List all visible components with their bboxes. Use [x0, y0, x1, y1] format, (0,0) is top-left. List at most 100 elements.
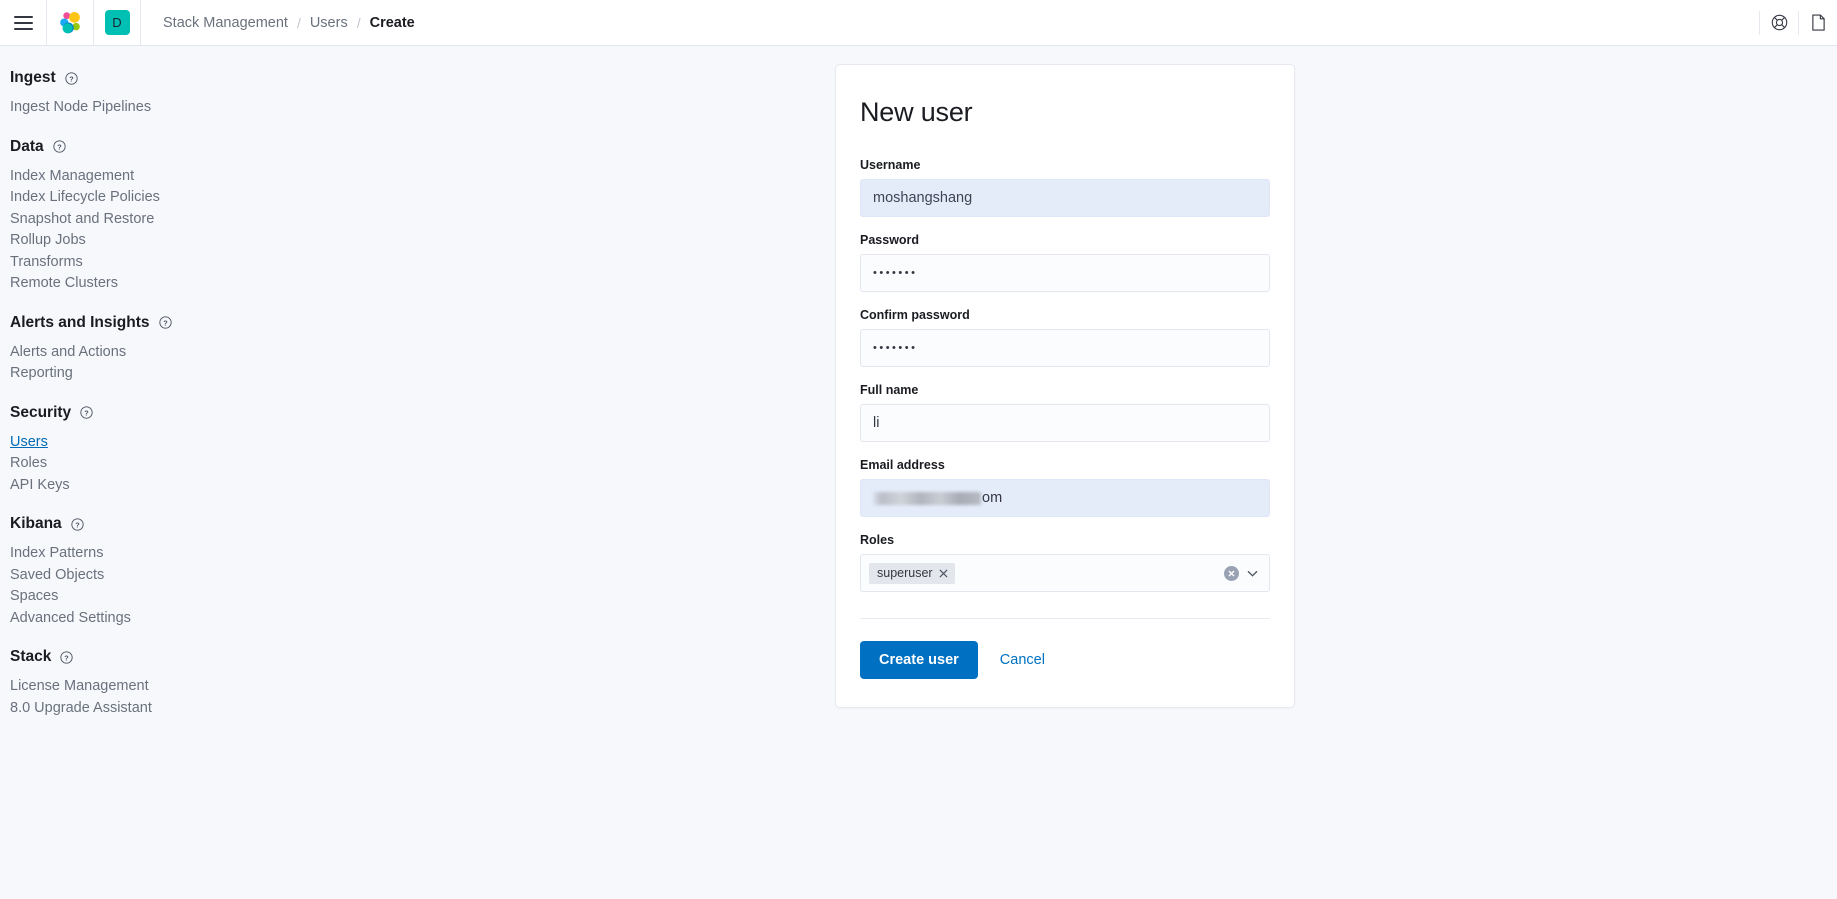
sidebar-item-users[interactable]: Users: [10, 432, 48, 454]
sidebar-item-reporting[interactable]: Reporting: [10, 363, 73, 385]
nav-group-title: Data ?: [10, 137, 330, 157]
email-input[interactable]: om: [860, 479, 1270, 517]
nav-group-label: Kibana: [10, 515, 62, 532]
field-row-password: Password •••••••: [860, 232, 1270, 292]
sidebar-item-api-keys[interactable]: API Keys: [10, 475, 70, 497]
help-circle-icon[interactable]: ?: [71, 517, 84, 531]
space-avatar: D: [104, 10, 130, 35]
hamburger-menu-icon: [13, 15, 33, 30]
sidebar-item-alerts-and-actions[interactable]: Alerts and Actions: [10, 342, 126, 364]
sidebar-item-ingest-node-pipelines[interactable]: Ingest Node Pipelines: [10, 97, 151, 119]
form-divider: [860, 618, 1270, 619]
elastic-home-button[interactable]: [47, 0, 93, 45]
password-input[interactable]: •••••••: [860, 254, 1270, 292]
confirm-password-input[interactable]: •••••••: [860, 329, 1270, 367]
password-label: Password: [860, 233, 920, 247]
sidebar-item-index-management[interactable]: Index Management: [10, 166, 134, 188]
nav-group-security: Security ? Users Roles API Keys: [10, 403, 330, 497]
sidebar-item-license-management[interactable]: License Management: [10, 676, 149, 698]
chevron-down-icon[interactable]: [1246, 567, 1259, 580]
svg-text:?: ?: [65, 653, 70, 662]
role-pill-superuser: superuser: [869, 562, 955, 584]
breadcrumb-separator: /: [296, 14, 301, 31]
nav-group-label: Ingest: [10, 69, 56, 86]
nav-group-title: Kibana ?: [10, 514, 330, 534]
form-actions: Create user Cancel: [860, 641, 1270, 679]
full-name-input[interactable]: li: [860, 404, 1270, 442]
clear-circle-icon[interactable]: [1224, 565, 1239, 581]
nav-group-kibana: Kibana ? Index Patterns Saved Objects Sp…: [10, 514, 330, 629]
sidebar-item-remote-clusters[interactable]: Remote Clusters: [10, 273, 118, 295]
breadcrumb-item-create: Create: [369, 14, 415, 31]
help-circle-icon[interactable]: ?: [158, 316, 172, 329]
new-user-form-panel: New user Username moshangshang Password …: [835, 64, 1295, 708]
svg-text:?: ?: [75, 520, 80, 529]
breadcrumb: Stack Management / Users / Create: [141, 0, 415, 45]
nav-group-label: Data: [10, 137, 44, 155]
help-circle-icon[interactable]: ?: [52, 140, 66, 153]
nav-group-label: Stack: [10, 648, 52, 665]
email-value: om: [873, 490, 1002, 506]
help-circle-icon[interactable]: ?: [80, 406, 93, 419]
roles-label: Roles: [860, 533, 895, 547]
docs-button[interactable]: [1799, 0, 1837, 45]
nav-group-label: Security: [10, 403, 72, 421]
username-input[interactable]: moshangshang: [860, 179, 1270, 217]
username-label: Username: [860, 158, 921, 172]
nav-group-label: Alerts and Insights: [10, 313, 150, 331]
roles-combobox[interactable]: superuser: [860, 554, 1270, 592]
close-x-icon[interactable]: [939, 568, 948, 578]
nav-group-data: Data ? Index Management Index Lifecycle …: [10, 137, 330, 295]
sidebar-item-snapshot-and-restore[interactable]: Snapshot and Restore: [10, 209, 154, 231]
topbar-actions: [1759, 0, 1837, 45]
nav-group-title: Ingest ?: [10, 68, 330, 88]
field-row-username: Username moshangshang: [860, 157, 1270, 217]
svg-text:?: ?: [84, 408, 89, 417]
field-row-confirm-password: Confirm password •••••••: [860, 307, 1270, 367]
help-circle-icon[interactable]: ?: [60, 650, 74, 664]
svg-text:?: ?: [69, 74, 74, 83]
svg-text:?: ?: [57, 142, 62, 151]
email-redaction-mask: [873, 491, 981, 505]
full-name-value: li: [873, 415, 880, 431]
life-ring-help-icon: [1771, 14, 1787, 31]
sidebar-item-index-lifecycle-policies[interactable]: Index Lifecycle Policies: [10, 187, 160, 209]
confirm-password-value: •••••••: [873, 342, 918, 354]
full-name-label: Full name: [860, 383, 919, 397]
role-pill-label: superuser: [877, 565, 933, 580]
cancel-button[interactable]: Cancel: [1000, 652, 1045, 668]
email-label: Email address: [860, 458, 945, 472]
field-row-email: Email address om: [860, 457, 1270, 517]
sidebar-item-spaces[interactable]: Spaces: [10, 586, 58, 608]
svg-text:?: ?: [163, 318, 168, 327]
sidebar-item-saved-objects[interactable]: Saved Objects: [10, 565, 104, 587]
confirm-password-label: Confirm password: [860, 308, 970, 322]
sidebar-item-transforms[interactable]: Transforms: [10, 252, 83, 274]
nav-group-title: Security ?: [10, 403, 330, 423]
create-user-button[interactable]: Create user: [860, 641, 978, 679]
nav-group-title: Alerts and Insights ?: [10, 313, 330, 333]
document-page-icon: [1811, 14, 1825, 31]
help-circle-icon[interactable]: ?: [65, 71, 78, 85]
stack-management-sidebar: Ingest ? Ingest Node Pipelines Data ? In…: [0, 46, 330, 899]
email-visible-tail: om: [982, 490, 1003, 506]
nav-group-stack: Stack ? License Management 8.0 Upgrade A…: [10, 647, 330, 719]
sidebar-item-rollup-jobs[interactable]: Rollup Jobs: [10, 230, 86, 252]
field-row-roles: Roles superuser: [860, 532, 1270, 592]
password-value: •••••••: [873, 267, 918, 279]
breadcrumb-separator: /: [356, 14, 361, 31]
breadcrumb-item-users[interactable]: Users: [310, 15, 348, 31]
breadcrumb-item-stack-management[interactable]: Stack Management: [163, 15, 288, 31]
top-navigation-bar: D Stack Management / Users / Create: [0, 0, 1837, 46]
sidebar-item-upgrade-assistant[interactable]: 8.0 Upgrade Assistant: [10, 698, 152, 720]
username-value: moshangshang: [873, 190, 973, 206]
space-selector-button[interactable]: D: [94, 0, 140, 45]
elastic-logo-icon: [60, 11, 80, 33]
sidebar-item-index-patterns[interactable]: Index Patterns: [10, 543, 104, 565]
page-title: New user: [860, 97, 973, 127]
menu-toggle-button[interactable]: [0, 0, 46, 45]
help-menu-button[interactable]: [1760, 0, 1798, 45]
sidebar-item-advanced-settings[interactable]: Advanced Settings: [10, 608, 131, 630]
nav-group-ingest: Ingest ? Ingest Node Pipelines: [10, 68, 330, 119]
sidebar-item-roles[interactable]: Roles: [10, 453, 47, 475]
